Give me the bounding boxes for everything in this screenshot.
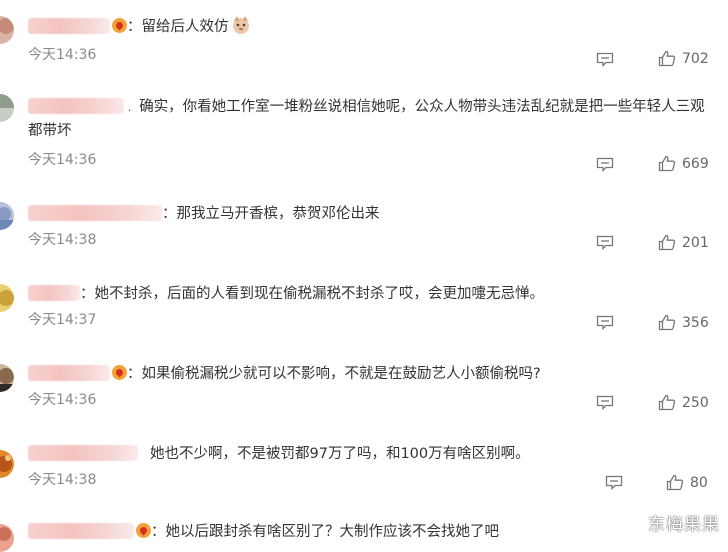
- like-count: 80: [690, 474, 708, 491]
- comment-text: 留给后人效仿: [141, 19, 229, 35]
- comment-time: 今天14:36: [28, 47, 97, 63]
- avatar[interactable]: [0, 524, 14, 552]
- separator: ：: [80, 286, 95, 302]
- comment-time: 今天14:36: [28, 392, 97, 408]
- thumbs-up-icon: [658, 234, 676, 251]
- username[interactable]: [28, 365, 110, 381]
- like-count: 201: [682, 234, 709, 251]
- like-count: 356: [682, 314, 709, 331]
- reply-icon[interactable]: [605, 475, 623, 491]
- comment-text-continued: 都带坏: [28, 123, 72, 139]
- reply-icon[interactable]: [596, 235, 614, 251]
- reply-icon[interactable]: [596, 52, 614, 68]
- like-count: 702: [682, 50, 709, 67]
- avatar[interactable]: [0, 364, 14, 392]
- comment-text: 她以后跟封杀有啥区别了？大制作应该不会找她了吧: [165, 524, 500, 540]
- like-button[interactable]: 669: [658, 155, 709, 172]
- thumbs-up-icon: [658, 314, 676, 331]
- avatar[interactable]: [0, 94, 14, 122]
- avatar[interactable]: [0, 202, 14, 230]
- cat-emoji-icon: [231, 15, 251, 35]
- like-button[interactable]: 702: [658, 50, 709, 67]
- thumbs-up-icon: [658, 50, 676, 67]
- watermark: 东梅果果: [648, 515, 720, 535]
- username[interactable]: [28, 285, 80, 301]
- like-button[interactable]: 250: [658, 394, 709, 411]
- separator: ：: [127, 19, 142, 35]
- like-button[interactable]: 80: [666, 474, 708, 491]
- like-count: 250: [682, 394, 709, 411]
- separator: ：: [151, 524, 166, 540]
- reply-icon[interactable]: [596, 157, 614, 173]
- separator: ：: [127, 366, 142, 382]
- like-button[interactable]: 356: [658, 314, 709, 331]
- fan-badge-icon: [112, 365, 127, 380]
- like-button[interactable]: 201: [658, 234, 709, 251]
- comment-text: 她也不少啊，不是被罚都97万了吗，和100万有啥区别啊。: [150, 446, 530, 462]
- avatar[interactable]: [0, 450, 14, 478]
- thumbs-up-icon: [658, 155, 676, 172]
- comment-text: 确实，你看她工作室一堆粉丝说相信她呢，公众人物带头违法乱纪就是把一些年轻人三观: [139, 99, 705, 115]
- username[interactable]: [28, 18, 110, 34]
- avatar[interactable]: [0, 284, 14, 312]
- comment-time: 今天14:36: [28, 152, 97, 168]
- comment-time: 今天14:38: [28, 472, 97, 488]
- thumbs-up-icon: [666, 474, 684, 491]
- fan-badge-icon: [112, 18, 127, 33]
- username[interactable]: [28, 445, 138, 461]
- thumbs-up-icon: [658, 394, 676, 411]
- separator: ：: [162, 206, 177, 222]
- username[interactable]: [28, 205, 162, 221]
- comment-time: 今天14:38: [28, 232, 97, 248]
- comment-time: 今天14:37: [28, 312, 97, 328]
- comment-text: 那我立马开香槟，恭贺邓伦出来: [176, 206, 380, 222]
- avatar[interactable]: [0, 16, 14, 44]
- comment-text: 她不封杀，后面的人看到现在偷税漏税不封杀了哎，会更加嚏无忌惮。: [94, 286, 545, 302]
- reply-icon[interactable]: [596, 315, 614, 331]
- reply-icon[interactable]: [596, 395, 614, 411]
- username[interactable]: [28, 98, 124, 114]
- comment-text: 如果偷税漏税少就可以不影响，不就是在鼓励艺人小额偷税吗?: [141, 366, 541, 382]
- fan-badge-icon: [136, 523, 151, 538]
- like-count: 669: [682, 155, 709, 172]
- username[interactable]: [28, 523, 134, 539]
